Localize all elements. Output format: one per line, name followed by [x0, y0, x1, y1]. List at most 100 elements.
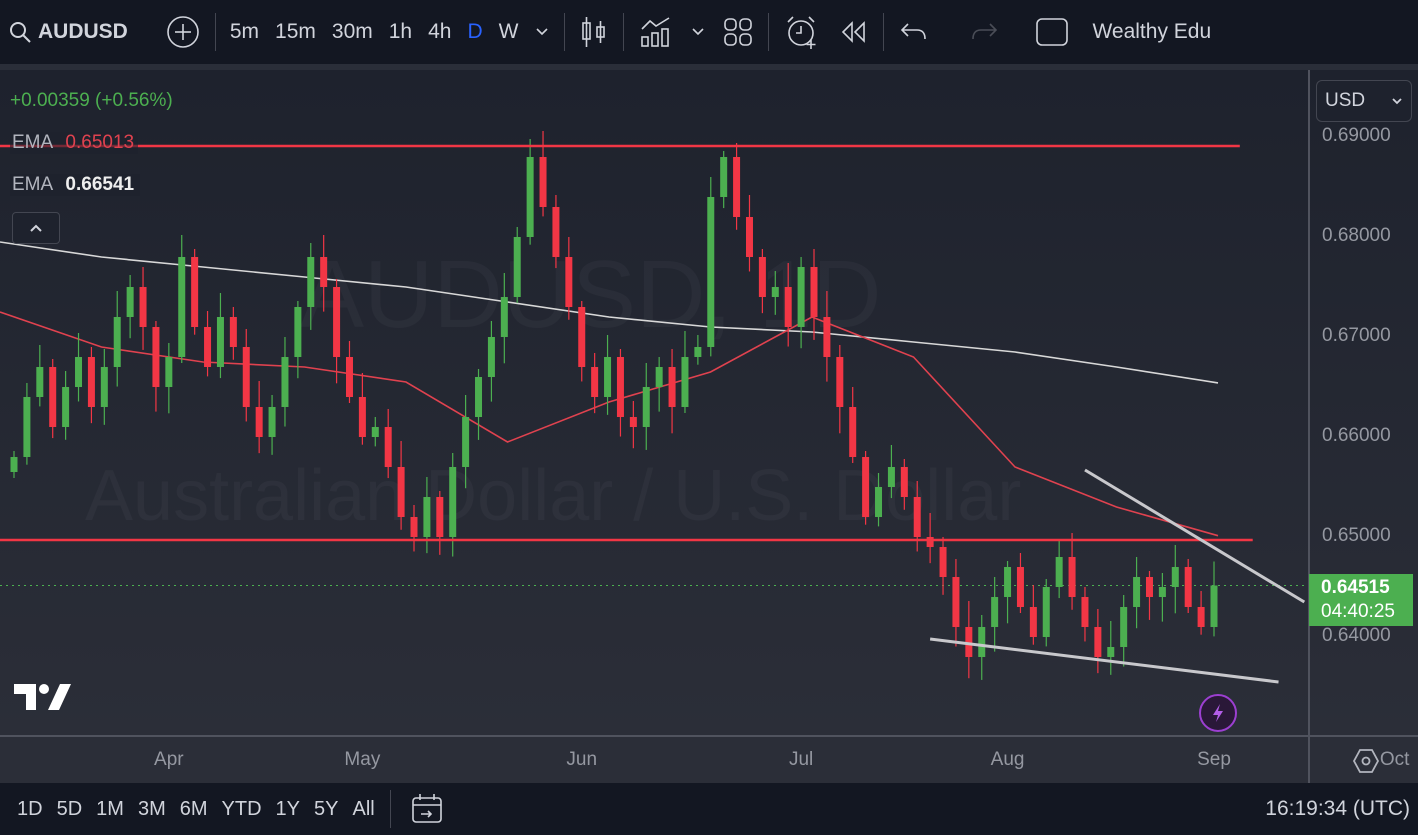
time-axis[interactable]: Apr May Jun Jul Aug Sep Oct: [0, 735, 1418, 785]
price-axis[interactable]: 0.69000 0.68000 0.67000 0.66000 0.65000 0.640…: [1308, 70, 1418, 735]
candle-body: [1042, 587, 1050, 637]
range-3m[interactable]: 3M: [131, 798, 173, 821]
candle-body: [1094, 627, 1102, 657]
ema-fast-label: EMA: [12, 132, 53, 153]
candle-body: [449, 467, 457, 537]
candle-body: [229, 317, 237, 347]
candle-body: [1171, 567, 1179, 587]
interval-1h[interactable]: 1h: [381, 0, 420, 64]
candle-body: [281, 357, 289, 407]
plus-circle-icon: [167, 16, 199, 48]
currency-value: USD: [1325, 90, 1366, 111]
candle-body: [216, 317, 224, 367]
interval-5m[interactable]: 5m: [222, 0, 267, 64]
alert-button[interactable]: [775, 0, 829, 64]
chart-type-button[interactable]: [571, 0, 617, 64]
range-1m[interactable]: 1M: [89, 798, 131, 821]
candle-body: [694, 347, 702, 357]
ema-fast-legend[interactable]: EMA 0.65013: [10, 132, 139, 154]
candle-body: [913, 497, 921, 537]
interval-15m[interactable]: 15m: [267, 0, 324, 64]
candle-body: [358, 397, 366, 437]
candle-body: [875, 487, 883, 517]
candle-body: [500, 297, 508, 337]
candle-body: [720, 157, 728, 197]
candle-body: [797, 267, 805, 327]
divider: [768, 13, 770, 51]
current-price-label: 0.64515 04:40:25: [1309, 574, 1413, 626]
undo-button[interactable]: [890, 0, 938, 64]
time-tick: Oct: [1379, 749, 1410, 770]
range-all[interactable]: All: [345, 798, 381, 821]
divider: [623, 13, 625, 51]
candle-body: [565, 257, 573, 307]
interval-4h[interactable]: 4h: [420, 0, 459, 64]
candle-body: [1081, 597, 1089, 627]
alarm-clock-plus-icon: [787, 16, 816, 49]
redo-button[interactable]: [960, 0, 1008, 64]
goto-date-button[interactable]: [411, 793, 445, 825]
range-6m[interactable]: 6M: [173, 798, 215, 821]
candle-body: [436, 497, 444, 537]
symbol-name: AUDUSD: [38, 20, 128, 43]
candle-body: [487, 337, 495, 377]
range-ytd[interactable]: YTD: [215, 798, 269, 821]
interval-dropdown[interactable]: [526, 0, 558, 64]
candle-body: [616, 357, 624, 417]
trendline: [929, 637, 1279, 684]
interval-w[interactable]: W: [491, 0, 527, 64]
price-change: +0.00359 (+0.56%): [10, 90, 173, 111]
candle-body: [823, 317, 831, 357]
replay-button[interactable]: [829, 0, 877, 64]
candle-body: [268, 407, 276, 437]
account-name[interactable]: Wealthy Edu: [1078, 0, 1220, 64]
candlestick-chart[interactable]: [0, 70, 1308, 735]
candle-body: [36, 367, 44, 397]
price-tick: 0.69000: [1322, 125, 1391, 146]
candle-body: [668, 367, 676, 407]
candle-body: [23, 397, 31, 457]
compare-button[interactable]: [157, 0, 209, 64]
symbol-search[interactable]: AUDUSD: [0, 0, 137, 64]
candle-body: [1068, 557, 1076, 597]
candle-body: [320, 257, 328, 287]
indicators-button[interactable]: [630, 0, 682, 64]
candle-body: [371, 427, 379, 437]
gear-hexagon-icon: [1352, 749, 1380, 773]
candle-body: [307, 257, 315, 307]
candle-body: [681, 357, 689, 407]
candle-body: [242, 347, 250, 407]
range-1y[interactable]: 1Y: [269, 798, 307, 821]
layout-button[interactable]: [1026, 0, 1078, 64]
ema-slow-label: EMA: [12, 174, 53, 195]
candle-body: [539, 157, 547, 207]
range-5d[interactable]: 5D: [50, 798, 90, 821]
indicators-dropdown[interactable]: [682, 0, 714, 64]
interval-30m[interactable]: 30m: [324, 0, 381, 64]
templates-button[interactable]: [714, 0, 762, 64]
candle-body: [204, 327, 212, 367]
currency-select[interactable]: USD: [1316, 80, 1412, 122]
candle-body: [1004, 567, 1012, 597]
utc-clock[interactable]: 16:19:34 (UTC): [1265, 797, 1410, 821]
ema-slow-legend[interactable]: EMA 0.66541: [10, 174, 141, 196]
candle-body: [126, 287, 134, 317]
candle-body: [333, 287, 341, 357]
indicators-icon: [641, 17, 670, 47]
tradingview-logo[interactable]: [14, 682, 72, 712]
candle-body: [1133, 577, 1141, 607]
lightning-button[interactable]: [1199, 694, 1237, 732]
candle-body: [397, 467, 405, 517]
candle-body: [410, 517, 418, 537]
interval-d[interactable]: D: [459, 0, 490, 64]
chart-pane[interactable]: AUDUSD, 1D Australian Dollar / U.S. Doll…: [0, 70, 1308, 735]
chevron-down-icon: [1392, 98, 1402, 105]
candle-body: [849, 407, 857, 457]
range-5y[interactable]: 5Y: [307, 798, 345, 821]
axis-settings-button[interactable]: [1352, 747, 1380, 780]
redo-icon: [972, 23, 998, 40]
candle-body: [1120, 607, 1128, 647]
collapse-legend-button[interactable]: [12, 212, 60, 244]
bottom-toolbar: 1D 5D 1M 3M 6M YTD 1Y 5Y All 16:19:34 (UTC): [0, 783, 1418, 835]
range-1d[interactable]: 1D: [10, 798, 50, 821]
